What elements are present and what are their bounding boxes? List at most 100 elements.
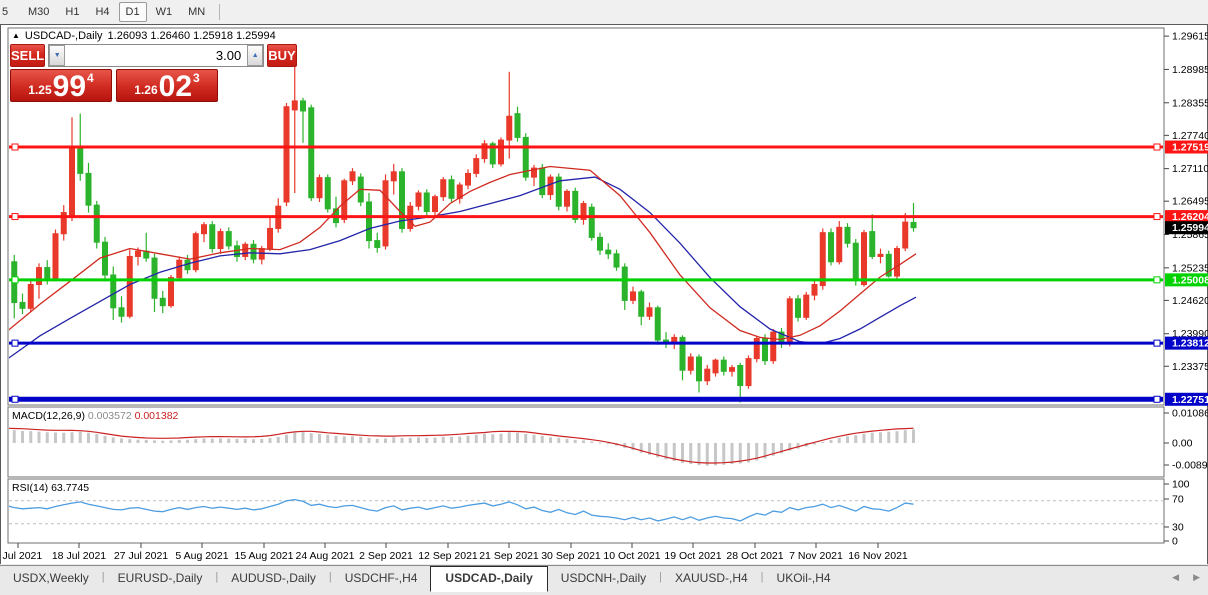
macd-histogram-bar xyxy=(540,435,544,443)
candle xyxy=(720,359,727,372)
macd-histogram-bar xyxy=(573,439,577,443)
macd-histogram-bar xyxy=(895,431,899,443)
line-handle[interactable] xyxy=(11,276,19,284)
macd-histogram-bar xyxy=(516,432,519,443)
candle xyxy=(308,107,315,199)
date-axis-label: 5 Aug 2021 xyxy=(175,550,228,562)
macd-histogram-bar xyxy=(161,440,165,443)
macd-histogram-bar xyxy=(837,437,841,443)
candle xyxy=(151,257,158,299)
candle xyxy=(225,231,232,247)
line-handle[interactable] xyxy=(1153,143,1161,151)
macd-histogram-bar xyxy=(697,443,701,466)
macd-histogram-bar xyxy=(854,435,858,443)
candle xyxy=(729,367,735,372)
candle xyxy=(201,224,207,235)
macd-histogram-bar xyxy=(342,436,346,443)
line-handle[interactable] xyxy=(1153,213,1161,221)
macd-histogram-bar xyxy=(120,438,123,443)
macd-histogram-bar xyxy=(887,431,891,443)
rsi-axis-label: 70 xyxy=(1172,494,1184,506)
macd-histogram-bar xyxy=(54,432,57,443)
chart-title: ▲ USDCAD-,Daily 1.26093 1.26460 1.25918 … xyxy=(12,30,276,42)
volume-stepper: ▼ ▲ xyxy=(48,44,265,67)
candle xyxy=(36,267,42,286)
candle xyxy=(423,192,430,212)
date-axis: 8 Jul 2021 18 Jul 2021 27 Jul 2021 5 Aug 20… xyxy=(0,543,908,562)
rsi-label: RSI(14) 63.7745 xyxy=(12,482,89,494)
macd-histogram-bar xyxy=(532,434,536,443)
date-axis-label: 24 Aug 2021 xyxy=(296,550,355,562)
chart-tab-usdcnh-daily[interactable]: USDCNH-,Daily xyxy=(548,567,659,590)
candle xyxy=(514,113,521,138)
rsi-axis-label: 0 xyxy=(1172,536,1178,548)
tab-scroll-right-icon[interactable]: ▶ xyxy=(1193,572,1200,583)
macd-histogram-bar xyxy=(194,439,198,443)
macd-histogram-bar xyxy=(276,436,280,443)
macd-histogram-bar xyxy=(359,436,363,443)
macd-histogram-bar xyxy=(235,438,239,443)
tab-scroll-left-icon[interactable]: ◀ xyxy=(1172,572,1179,583)
candle xyxy=(77,147,84,174)
candle xyxy=(902,221,909,249)
macd-histogram-bar xyxy=(210,438,214,443)
line-handle[interactable] xyxy=(1153,395,1161,403)
chart-tab-audusd-daily[interactable]: AUDUSD-,Daily xyxy=(218,567,329,590)
volume-increase-button[interactable]: ▲ xyxy=(247,45,264,66)
line-handle[interactable] xyxy=(11,395,19,403)
line-handle[interactable] xyxy=(1153,339,1161,347)
date-axis-label: 27 Jul 2021 xyxy=(114,550,168,562)
candle xyxy=(85,172,92,206)
date-axis-label: 21 Sep 2021 xyxy=(479,550,539,562)
macd-histogram-bar xyxy=(384,438,387,443)
candle xyxy=(135,250,141,257)
macd-histogram-bar xyxy=(169,440,173,443)
ask-price-box[interactable]: 1.26 02 3 xyxy=(116,69,218,102)
sell-button[interactable]: SELL xyxy=(10,44,46,67)
candle xyxy=(613,253,620,268)
macd-histogram-bar xyxy=(714,443,717,466)
bid-price-pips: 99 xyxy=(52,70,87,103)
macd-histogram-bar xyxy=(524,434,528,443)
macd-histogram-bar xyxy=(70,432,74,443)
collapse-triangle-icon[interactable]: ▲ xyxy=(12,31,20,40)
macd-histogram-bar xyxy=(375,438,379,443)
macd-axis-label: 0.00 xyxy=(1172,438,1193,450)
macd-histogram-bar xyxy=(177,439,181,443)
volume-decrease-button[interactable]: ▼ xyxy=(49,45,66,66)
line-handle[interactable] xyxy=(11,143,19,151)
candle xyxy=(300,100,306,112)
chart-tab-eurusd-daily[interactable]: EURUSD-,Daily xyxy=(105,567,216,590)
macd-histogram-bar xyxy=(862,433,866,443)
line-handle[interactable] xyxy=(11,339,19,347)
macd-histogram-bar xyxy=(260,438,264,443)
candle xyxy=(118,307,125,317)
macd-histogram-bar xyxy=(606,443,610,445)
chart-tab-ukoil-h4[interactable]: UKOil-,H4 xyxy=(764,567,844,590)
candle xyxy=(506,115,513,141)
macd-histogram-bar xyxy=(565,438,569,443)
buy-button[interactable]: BUY xyxy=(267,44,297,67)
macd-histogram-bar xyxy=(408,437,412,443)
svg-text:1.26495: 1.26495 xyxy=(1172,196,1208,208)
svg-text:1.29615: 1.29615 xyxy=(1172,31,1208,43)
chart-tab-usdchf-h4[interactable]: USDCHF-,H4 xyxy=(332,567,431,590)
candle xyxy=(192,233,199,271)
candle xyxy=(894,248,900,277)
candle xyxy=(704,368,711,382)
chart-tab-usdcad-daily[interactable]: USDCAD-,Daily xyxy=(430,566,548,592)
volume-input[interactable] xyxy=(65,45,248,66)
macd-histogram-bar xyxy=(796,443,800,449)
chart-tab-xauusd-h4[interactable]: XAUUSD-,H4 xyxy=(662,567,761,590)
svg-text:1.27519: 1.27519 xyxy=(1172,142,1208,154)
macd-histogram-bar xyxy=(458,436,462,443)
candle xyxy=(448,179,455,199)
line-handle[interactable] xyxy=(1153,276,1161,284)
line-handle[interactable] xyxy=(11,213,19,221)
macd-histogram-bar xyxy=(549,437,552,443)
chart-tab-usdx-weekly[interactable]: USDX,Weekly xyxy=(0,567,102,590)
macd-histogram-bar xyxy=(582,440,585,443)
bid-price-box[interactable]: 1.25 99 4 xyxy=(10,69,112,102)
candle xyxy=(217,231,224,250)
macd-histogram-bar xyxy=(153,440,156,443)
